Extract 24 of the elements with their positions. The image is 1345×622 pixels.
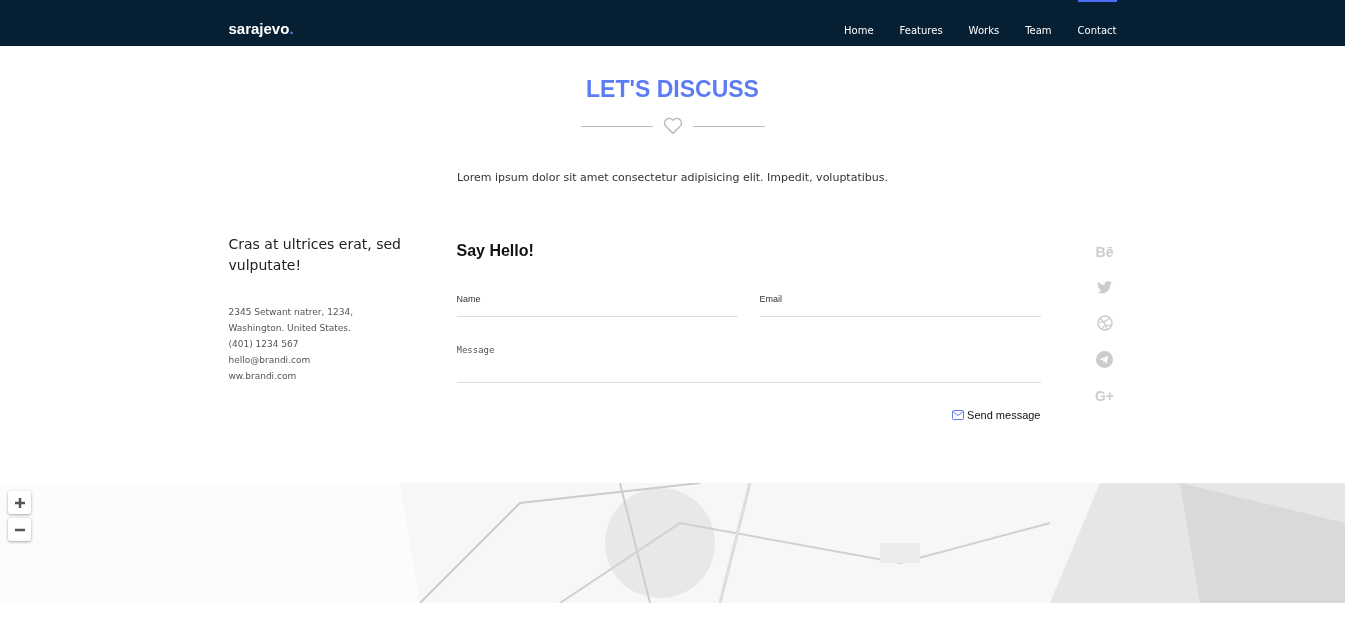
plus-icon xyxy=(13,496,26,509)
section-title: LET'S DISCUSS xyxy=(585,76,760,103)
nav-link[interactable]: Features xyxy=(899,0,943,46)
telegram-icon[interactable] xyxy=(1096,351,1113,368)
send-button[interactable]: Send message xyxy=(952,409,1041,421)
form-title: Say Hello! xyxy=(456,242,535,260)
contact-line: (401) 1234 567 xyxy=(228,338,300,351)
intro-text: Lorem ipsum dolor sit amet consectetur adipisicing elit. Impedit, voluptatibus. xyxy=(456,171,889,184)
contact-line: ww.brandi.com xyxy=(228,370,298,383)
info-heading: Cras at ultrices erat, sed vulputate! xyxy=(228,235,402,275)
nav-link[interactable]: Contact xyxy=(1077,0,1117,46)
contact-line: hello@brandi.com xyxy=(228,354,312,367)
nav-link[interactable]: Works xyxy=(968,0,1000,46)
bird-icon[interactable] xyxy=(1096,281,1113,295)
heart-icon xyxy=(662,117,683,135)
nav-link[interactable]: Home xyxy=(844,0,874,46)
zoom-out-button[interactable] xyxy=(8,518,31,541)
contact-line: Washington. United States. xyxy=(228,322,352,335)
envelope-icon xyxy=(952,410,965,420)
contact-line: 2345 Setwant natrer, 1234, xyxy=(228,306,354,319)
nav-link[interactable]: Team xyxy=(1025,0,1052,46)
logo[interactable]: sarajevo. xyxy=(228,19,294,37)
dribbble-icon[interactable] xyxy=(1096,315,1113,331)
zoom-in-button[interactable] xyxy=(8,491,31,514)
